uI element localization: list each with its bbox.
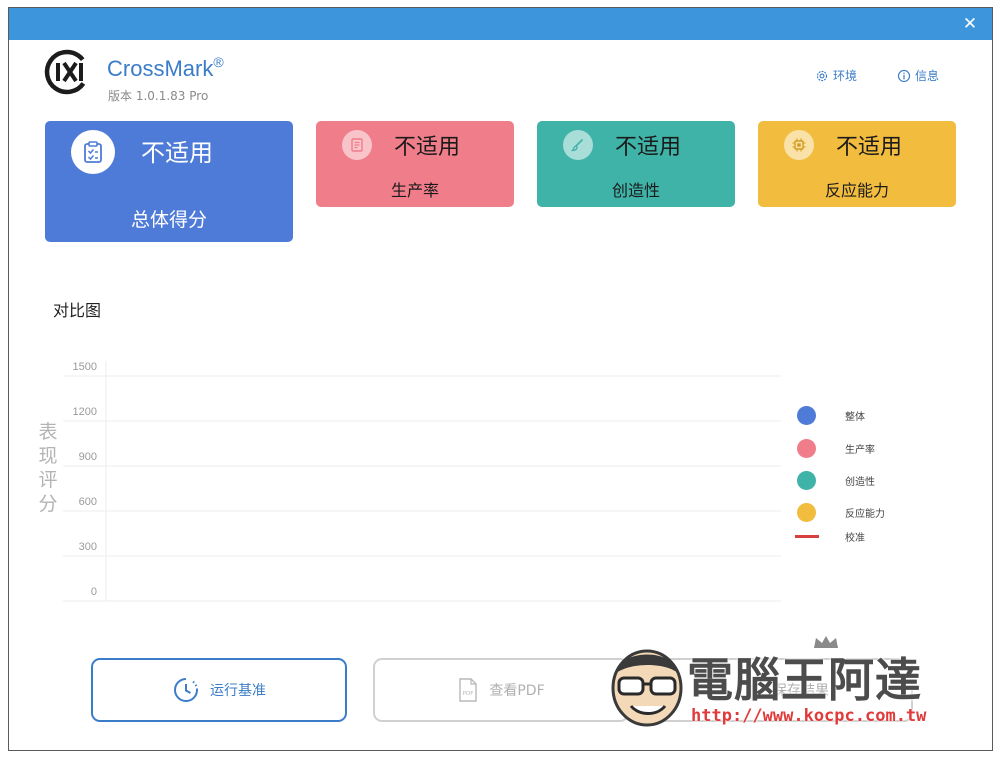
info-label: 信息 [915, 69, 940, 83]
legend-label: 创造性 [845, 477, 875, 488]
clock-icon [174, 678, 198, 702]
pdf-file-icon: PDF [459, 678, 478, 702]
registered-mark: ® [213, 54, 224, 70]
chart-y-tick-label: 600 [79, 496, 97, 508]
brush-icon [563, 130, 593, 160]
environment-link[interactable]: 环境 [815, 67, 857, 84]
legend-label: 整体 [845, 412, 865, 423]
legend-dot-marker [797, 471, 816, 490]
app-name-text: CrossMark [107, 56, 214, 81]
responsiveness-score-label: 反应能力 [824, 181, 889, 200]
chart-y-label-char: 表 [38, 421, 57, 443]
view-pdf-label: 查看PDF [489, 683, 545, 699]
overall-score-card[interactable]: 不适用 总体得分 [45, 121, 293, 242]
creativity-score-label: 创造性 [611, 181, 660, 200]
chart-y-label-char: 评 [38, 469, 57, 491]
view-pdf-button[interactable]: PDF 查看PDF [373, 658, 629, 722]
environment-label: 环境 [833, 69, 858, 83]
watermark-url: http://www.kocpc.com.tw [691, 706, 927, 726]
chart-y-tick-label: 1500 [73, 361, 97, 373]
responsiveness-score-card[interactable]: 不适用 反应能力 [758, 121, 956, 207]
watermark: 電腦王阿達 http://www.kocpc.com.tw [605, 630, 957, 734]
legend-item[interactable]: 校准 [795, 533, 935, 544]
legend-label: 反应能力 [845, 509, 885, 520]
run-benchmark-button[interactable]: 运行基准 [91, 658, 347, 722]
legend-line-marker [795, 535, 819, 538]
chart-y-label: 表现评分 [38, 421, 57, 515]
overall-score-value: 不适用 [141, 139, 213, 167]
info-icon [897, 69, 911, 82]
creativity-score-card[interactable]: 不适用 创造性 [537, 121, 735, 207]
legend-label: 校准 [845, 533, 865, 544]
productivity-score-card[interactable]: 不适用 生产率 [316, 121, 514, 207]
comparison-chart: 0 300 600 900 1200 1500 表现评分 [38, 361, 781, 602]
productivity-score-label: 生产率 [390, 181, 439, 200]
chip-icon [784, 130, 814, 160]
legend-item[interactable]: 创造性 [795, 471, 935, 490]
run-benchmark-label: 运行基准 [210, 683, 266, 699]
close-button[interactable]: ✕ [960, 14, 980, 34]
title-bar[interactable]: ✕ [9, 8, 992, 40]
chart-y-tick-label: 1200 [73, 406, 97, 418]
legend-dot-marker [797, 503, 816, 522]
watermark-title: 電腦王阿達 [687, 653, 922, 707]
info-link[interactable]: 信息 [897, 67, 939, 84]
app-name: CrossMark® [107, 54, 224, 82]
app-window: ✕ CrossMark® 版本 1.0.1.83 Pro 环境 信息 不适用 总… [8, 7, 993, 751]
chart-grid [63, 375, 781, 602]
chart-y-ticks: 0 300 600 900 1200 1500 [73, 361, 97, 598]
crossmark-logo-icon [44, 49, 90, 95]
productivity-score-value: 不适用 [394, 135, 461, 160]
clipboard-check-icon [71, 130, 115, 174]
legend-dot-marker [797, 439, 816, 458]
legend-item[interactable]: 生产率 [795, 439, 935, 458]
svg-text:PDF: PDF [463, 691, 474, 697]
overall-score-label: 总体得分 [130, 209, 207, 231]
gear-icon [816, 70, 828, 81]
legend-dot-marker [797, 406, 816, 425]
legend-item[interactable]: 反应能力 [795, 503, 935, 522]
chart-y-tick-label: 900 [79, 451, 97, 463]
app-version: 版本 1.0.1.83 Pro [108, 89, 209, 103]
creativity-score-value: 不适用 [615, 135, 682, 160]
responsiveness-score-value: 不适用 [836, 135, 903, 160]
mascot-face-icon [611, 649, 683, 727]
legend-label: 生产率 [845, 445, 875, 456]
chart-y-tick-label: 300 [79, 541, 97, 553]
chart-y-tick-label: 0 [91, 586, 97, 598]
chart-y-label-char: 分 [38, 493, 57, 515]
chart-y-label-char: 现 [38, 445, 57, 467]
document-icon [342, 130, 372, 160]
comparison-chart-title: 对比图 [53, 301, 102, 320]
legend-item[interactable]: 整体 [795, 406, 935, 425]
